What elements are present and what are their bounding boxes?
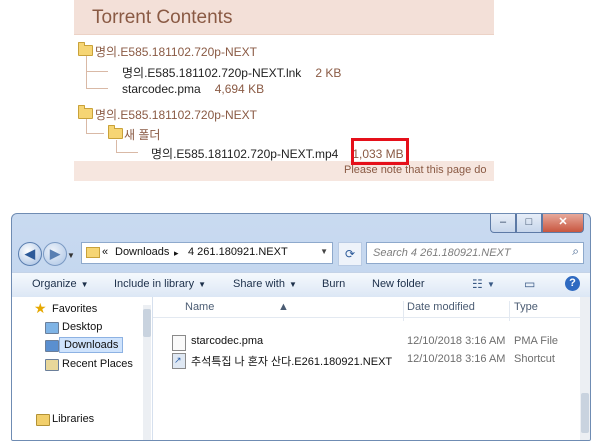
file-name[interactable]: starcodec.pma bbox=[191, 335, 263, 347]
tree-line bbox=[86, 133, 104, 134]
file-name[interactable]: 추석특집 나 혼자 산다.E261.180921.NEXT bbox=[191, 353, 392, 369]
file-type: Shortcut bbox=[514, 353, 555, 365]
libraries-icon bbox=[36, 414, 50, 426]
file-row[interactable]: starcodec.pma 12/10/2018 3:16 AM PMA Fil… bbox=[153, 333, 580, 351]
folder-icon bbox=[78, 42, 93, 56]
chevron-down-icon[interactable]: ▼ bbox=[487, 280, 495, 289]
desktop-icon bbox=[45, 322, 59, 334]
file-type: PMA File bbox=[514, 335, 559, 347]
sidebar-item-recent-places[interactable]: Recent Places bbox=[62, 358, 133, 370]
torrent-file-size: 2 KB bbox=[315, 66, 342, 80]
share-with-button[interactable]: Share with ▼ bbox=[233, 278, 297, 290]
address-bar[interactable]: « Downloads ▸ 4 261.180921.NEXT ▼ bbox=[81, 242, 333, 264]
include-in-library-button[interactable]: Include in library ▼ bbox=[114, 278, 206, 290]
sidebar-group-libraries[interactable]: Libraries bbox=[52, 413, 94, 425]
torrent-file-name[interactable]: starcodec.pma bbox=[122, 82, 201, 96]
new-folder-button[interactable]: New folder bbox=[372, 278, 425, 290]
torrent-contents-title: Torrent Contents bbox=[92, 7, 233, 28]
torrent-note-bar: Please note that this page do bbox=[74, 161, 494, 181]
sidebar-group-favorites[interactable]: Favorites bbox=[52, 303, 97, 315]
back-button[interactable]: ◀ bbox=[18, 242, 42, 266]
preview-pane-icon[interactable]: ▭ bbox=[524, 277, 535, 291]
file-date: 12/10/2018 3:16 AM bbox=[407, 353, 506, 365]
include-in-library-label: Include in library bbox=[114, 278, 195, 290]
column-divider[interactable] bbox=[509, 301, 510, 321]
address-dropdown-icon[interactable]: ▼ bbox=[320, 247, 328, 256]
column-divider[interactable] bbox=[403, 301, 404, 321]
explorer-window: – □ ✕ ◀ ▶ ▼ « Downloads ▸ 4 261.180921.N… bbox=[11, 213, 591, 441]
file-list-scrollbar[interactable] bbox=[580, 297, 590, 440]
torrent-note-text: Please note that this page do bbox=[344, 164, 487, 176]
address-overflow[interactable]: « bbox=[102, 246, 108, 258]
torrent-subfolder[interactable]: 새 폴더 bbox=[124, 126, 160, 143]
share-with-label: Share with bbox=[233, 278, 285, 290]
column-header-date[interactable]: Date modified bbox=[407, 301, 475, 313]
navigation-scrollbar[interactable] bbox=[143, 305, 151, 440]
chevron-down-icon: ▼ bbox=[288, 280, 297, 289]
file-icon bbox=[172, 335, 186, 351]
recent-pages-dropdown-icon[interactable]: ▼ bbox=[67, 251, 75, 260]
change-view-icon[interactable]: ☷ bbox=[472, 277, 483, 291]
organize-button[interactable]: Organize ▼ bbox=[32, 278, 89, 290]
breadcrumb-downloads[interactable]: Downloads bbox=[115, 246, 169, 258]
torrent-contents-header: Torrent Contents bbox=[74, 0, 494, 35]
file-list: Name ▲ Date modified Type starcodec.pma … bbox=[153, 297, 580, 440]
downloads-icon bbox=[45, 340, 59, 352]
tree-line bbox=[86, 56, 87, 88]
sidebar-item-downloads[interactable]: Downloads bbox=[59, 337, 124, 353]
navigation-pane: ★ Favorites Desktop Downloads Recent Pla… bbox=[12, 297, 153, 440]
tree-line bbox=[86, 119, 87, 133]
tree-line bbox=[116, 140, 117, 152]
file-row[interactable]: 추석특집 나 혼자 산다.E261.180921.NEXT 12/10/2018… bbox=[153, 351, 580, 369]
torrent-contents-panel: Torrent Contents 명의.E585.181102.720p-NEX… bbox=[74, 0, 494, 181]
column-header-type[interactable]: Type bbox=[514, 301, 538, 313]
navigation-bar: ◀ ▶ ▼ « Downloads ▸ 4 261.180921.NEXT ▼ … bbox=[12, 238, 590, 270]
tree-line bbox=[86, 88, 108, 89]
search-input[interactable] bbox=[371, 245, 555, 261]
torrent-folder-2[interactable]: 명의.E585.181102.720p-NEXT bbox=[95, 106, 257, 123]
folder-icon bbox=[108, 125, 123, 139]
organize-label: Organize bbox=[32, 278, 77, 290]
help-icon[interactable]: ? bbox=[565, 276, 580, 291]
scrollbar-thumb[interactable] bbox=[143, 309, 151, 337]
tree-line bbox=[86, 71, 108, 72]
torrent-file-row: 명의.E585.181102.720p-NEXT.lnk 2 KB bbox=[122, 64, 341, 81]
tree-line bbox=[116, 152, 138, 153]
breadcrumb-current-folder[interactable]: 4 261.180921.NEXT bbox=[188, 246, 288, 258]
burn-button[interactable]: Burn bbox=[322, 278, 345, 290]
shortcut-icon bbox=[172, 353, 186, 369]
torrent-file-row: starcodec.pma 4,694 KB bbox=[122, 82, 264, 96]
chevron-down-icon: ▼ bbox=[80, 280, 89, 289]
search-icon[interactable]: ⌕ bbox=[572, 244, 579, 259]
forward-button[interactable]: ▶ bbox=[43, 242, 67, 266]
breadcrumb-separator-icon[interactable]: ▸ bbox=[174, 248, 179, 259]
torrent-file-name[interactable]: 명의.E585.181102.720p-NEXT.lnk bbox=[122, 66, 301, 80]
sort-arrow-icon: ▲ bbox=[278, 301, 289, 313]
column-header-name[interactable]: Name bbox=[185, 301, 214, 313]
chevron-down-icon: ▼ bbox=[198, 280, 207, 289]
window-controls: – □ ✕ bbox=[490, 214, 584, 234]
folder-icon bbox=[86, 247, 100, 258]
column-headers: Name ▲ Date modified Type bbox=[153, 297, 580, 321]
refresh-icon[interactable]: ⟳ bbox=[338, 242, 362, 266]
favorites-star-icon: ★ bbox=[34, 300, 47, 316]
folder-icon bbox=[78, 105, 93, 119]
torrent-file-size: 4,694 KB bbox=[214, 82, 265, 96]
minimize-button[interactable]: – bbox=[490, 214, 516, 233]
highlight-box bbox=[351, 138, 409, 165]
recent-places-icon bbox=[45, 359, 59, 371]
torrent-file-name[interactable]: 명의.E585.181102.720p-NEXT.mp4 bbox=[151, 147, 338, 161]
scrollbar-thumb[interactable] bbox=[581, 393, 589, 433]
maximize-button[interactable]: □ bbox=[516, 214, 542, 233]
close-button[interactable]: ✕ bbox=[542, 214, 584, 233]
torrent-folder-1[interactable]: 명의.E585.181102.720p-NEXT bbox=[95, 43, 257, 60]
file-date: 12/10/2018 3:16 AM bbox=[407, 335, 506, 347]
search-box: ⌕ bbox=[366, 242, 584, 264]
command-bar: Organize ▼ Include in library ▼ Share with… bbox=[12, 272, 590, 298]
sidebar-item-desktop[interactable]: Desktop bbox=[62, 321, 102, 333]
